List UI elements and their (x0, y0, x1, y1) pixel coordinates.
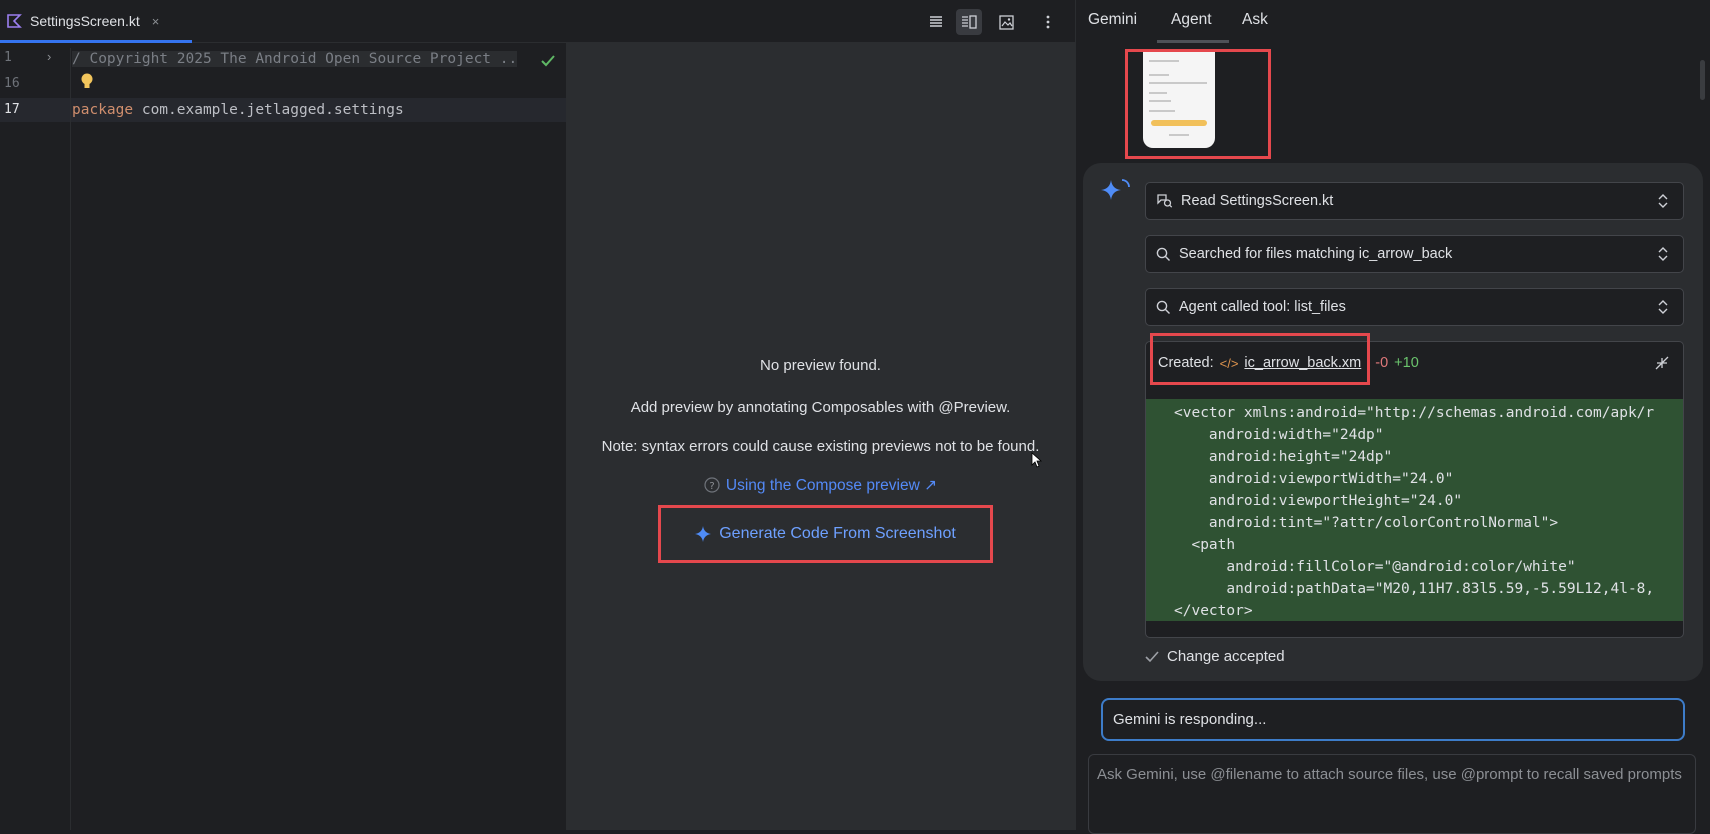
file-diff-card: Created: </> ic_arrow_back.xm -0 +10 <ve… (1145, 341, 1684, 638)
diff-line: <vector xmlns:android="http://schemas.an… (1174, 405, 1655, 421)
tab-ask[interactable]: Ask (1242, 11, 1268, 29)
diff-line: <path (1174, 537, 1236, 553)
line-number: 1 (4, 50, 12, 65)
code-line-package[interactable]: package com.example.jetlagged.settings (72, 102, 404, 118)
tab-gemini[interactable]: Gemini (1088, 11, 1137, 29)
tab-settingsscreen[interactable]: SettingsScreen.kt × (0, 0, 192, 43)
step-label: Agent called tool: list_files (1179, 299, 1346, 315)
step-list-files[interactable]: Agent called tool: list_files (1145, 288, 1684, 326)
package-keyword: package (72, 102, 134, 118)
fold-chevron-icon[interactable]: › (47, 49, 51, 64)
tab-close-icon[interactable]: × (152, 14, 160, 29)
more-vertical-icon[interactable] (1035, 9, 1061, 35)
compose-preview-link[interactable]: ? Using the Compose preview ↗ (566, 476, 1075, 495)
change-accepted-label: Change accepted (1167, 648, 1285, 665)
line-number: 17 (4, 102, 20, 117)
diff-line: android:fillColor="@android:color/white" (1174, 559, 1576, 575)
line-number: 16 (4, 76, 20, 91)
responding-label: Gemini is responding... (1113, 711, 1267, 728)
svg-text:?: ? (709, 481, 714, 492)
diff-line: android:height="24dp" (1174, 449, 1393, 465)
diff-line: </vector> (1174, 603, 1253, 619)
design-only-icon[interactable] (993, 9, 1019, 35)
diff-line: android:pathData="M20,11H7.83l5.59,-5.59… (1174, 581, 1655, 597)
change-accepted-status: Change accepted (1145, 648, 1285, 665)
expand-icon (1658, 247, 1668, 261)
prompt-input-container (1088, 754, 1696, 834)
check-icon (541, 55, 555, 67)
lines-removed: -0 (1375, 355, 1389, 371)
thumbnail-highlight-box (1125, 49, 1271, 159)
diff-line: android:viewportHeight="24.0" (1174, 493, 1463, 509)
tab-filename: SettingsScreen.kt (30, 13, 140, 29)
gemini-responding-indicator: Gemini is responding... (1101, 698, 1685, 741)
expand-icon (1658, 300, 1668, 314)
diff-code-block: <vector xmlns:android="http://schemas.an… (1146, 399, 1683, 621)
kotlin-file-icon (7, 14, 22, 28)
step-label: Searched for files matching ic_arrow_bac… (1179, 246, 1453, 262)
prompt-input[interactable] (1097, 763, 1687, 823)
diff-line: android:tint="?attr/colorControlNormal"> (1174, 515, 1559, 531)
preview-note: Note: syntax errors could cause existing… (601, 438, 1040, 455)
diff-line: android:width="24dp" (1174, 427, 1384, 443)
line-gutter (0, 48, 71, 830)
step-label: Read SettingsScreen.kt (1181, 193, 1334, 209)
mouse-cursor-icon (1031, 452, 1043, 468)
code-only-icon[interactable] (923, 9, 949, 35)
search-icon (1156, 247, 1170, 261)
search-icon (1156, 300, 1170, 314)
no-preview-title: No preview found. (760, 357, 881, 374)
lightbulb-icon[interactable] (80, 73, 94, 91)
step-read-file[interactable]: Read SettingsScreen.kt (1145, 182, 1684, 220)
package-name: com.example.jetlagged.settings (133, 102, 404, 118)
expand-icon (1658, 194, 1668, 208)
help-icon: ? (704, 477, 720, 493)
generate-code-label: Generate Code From Screenshot (719, 525, 956, 542)
code-line-copyright[interactable]: / Copyright 2025 The Android Open Source… (72, 51, 518, 67)
compose-preview-pane: No preview found. Add preview by annotat… (566, 43, 1075, 830)
split-view-icon[interactable] (956, 9, 982, 35)
step-search-files[interactable]: Searched for files matching ic_arrow_bac… (1145, 235, 1684, 273)
gemini-spark-icon (1101, 179, 1130, 200)
editor-tab-bar: SettingsScreen.kt × (0, 0, 1075, 43)
tab-agent[interactable]: Agent (1171, 11, 1212, 29)
read-file-icon (1157, 194, 1173, 208)
preview-hint: Add preview by annotating Composables wi… (630, 399, 1011, 416)
collapse-icon[interactable] (1653, 354, 1671, 372)
code-editor[interactable] (0, 0, 566, 830)
compose-preview-link-label: Using the Compose preview ↗ (725, 477, 938, 494)
scrollbar[interactable] (1700, 60, 1705, 100)
active-tab-indicator (1157, 40, 1229, 43)
active-tab-indicator (0, 40, 192, 43)
check-icon (1145, 650, 1159, 662)
created-file-highlight-box (1150, 333, 1370, 385)
gemini-sparkle-icon (695, 526, 712, 542)
lines-added: +10 (1394, 355, 1419, 371)
diff-line: android:viewportWidth="24.0" (1174, 471, 1454, 487)
generate-code-button[interactable]: Generate Code From Screenshot (658, 505, 993, 563)
